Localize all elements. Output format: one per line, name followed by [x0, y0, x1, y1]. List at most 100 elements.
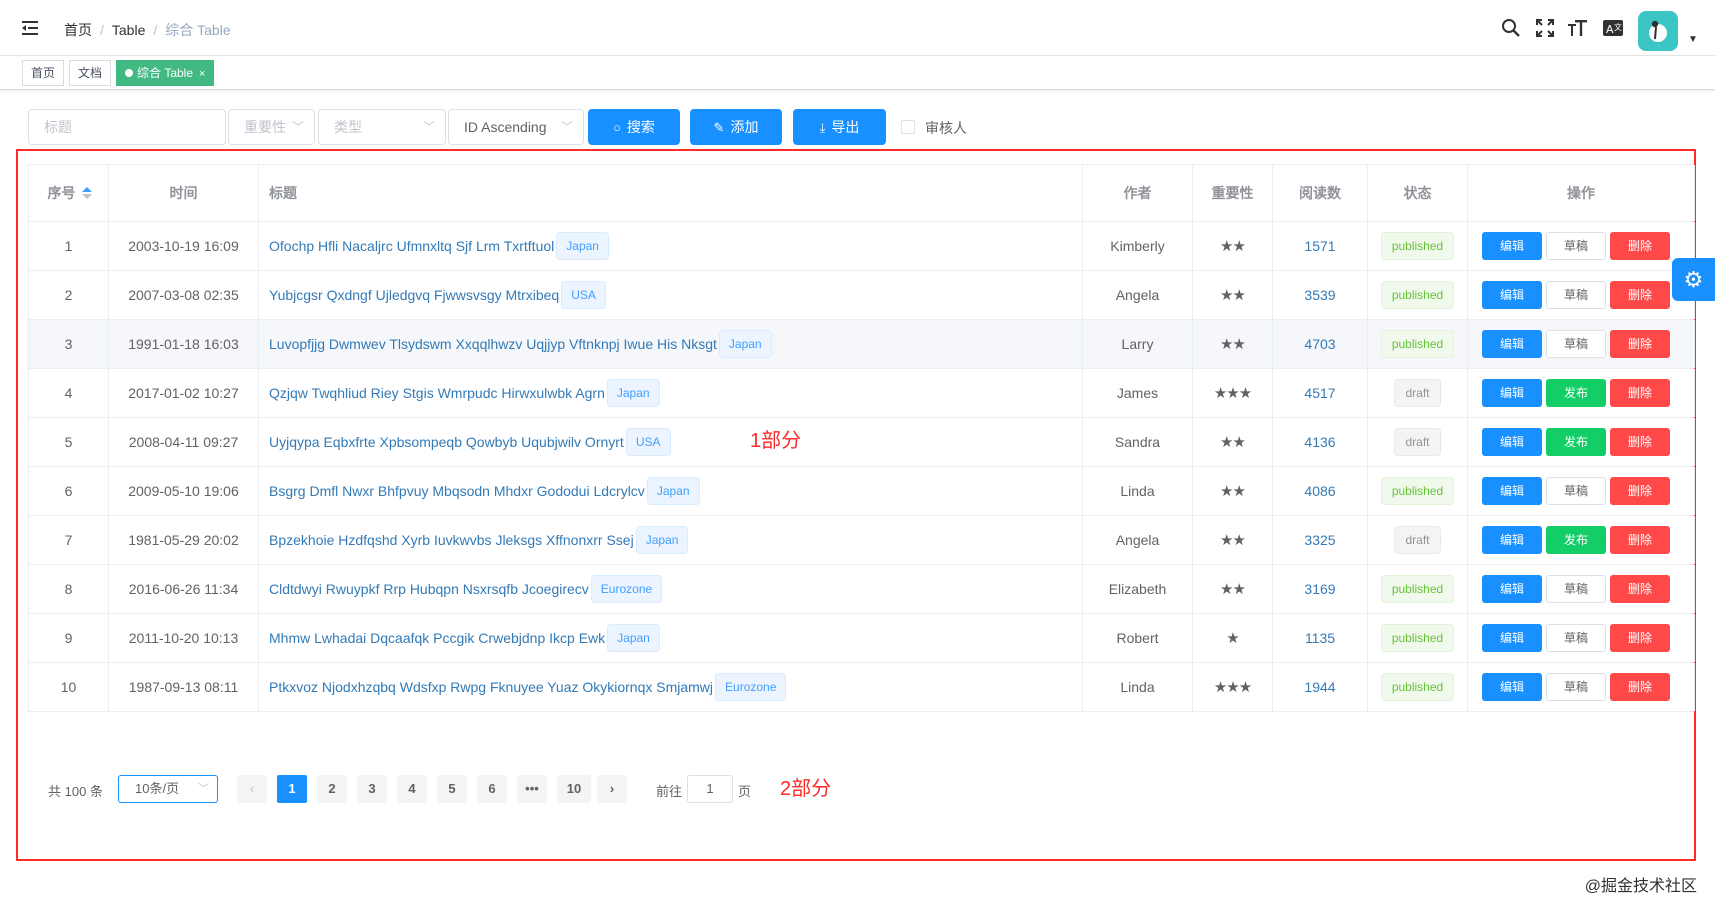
- cell-importance: ★★: [1193, 467, 1273, 515]
- row-time: 2008-04-11 09:27: [128, 434, 239, 450]
- delete-button[interactable]: 删除: [1610, 428, 1670, 456]
- avatar[interactable]: [1638, 11, 1678, 51]
- draft-button[interactable]: 草稿: [1546, 477, 1606, 505]
- hamburger-menu-icon[interactable]: [22, 20, 42, 38]
- type-select[interactable]: 类型 ﹀: [318, 109, 446, 145]
- edit-button[interactable]: 编辑: [1482, 330, 1542, 358]
- table-row: 5 2008-04-11 09:27 Uyjqypa Eqbxfrte Xpbsom…: [29, 418, 1695, 467]
- search-icon[interactable]: [1500, 18, 1522, 40]
- draft-button[interactable]: 草稿: [1546, 673, 1606, 701]
- delete-button[interactable]: 删除: [1610, 673, 1670, 701]
- breadcrumb-home[interactable]: 首页: [64, 22, 92, 38]
- row-time: 1981-05-29 20:02: [128, 532, 239, 548]
- cell-time: 1981-05-29 20:02: [109, 516, 259, 564]
- cell-title: Luvopfjjg Dwmwev Tlsydswm Xxqqlhwzv Uqjj…: [259, 320, 1083, 368]
- row-title-link[interactable]: Qzjqw Twqhliud Riey Stgis Wmrpudc Hirwxu…: [269, 385, 605, 401]
- star-icon: ★★★: [1213, 679, 1252, 696]
- row-type-tag: Japan: [607, 624, 660, 652]
- export-button[interactable]: ⤓ 导出: [793, 109, 886, 145]
- row-title-link[interactable]: Mhmw Lwhadai Dqcaafqk Pccgik Crwebjdnp I…: [269, 630, 605, 646]
- page-button[interactable]: 5: [437, 775, 467, 803]
- goto-page-input[interactable]: 1: [687, 775, 733, 803]
- sort-value: ID Ascending: [464, 119, 547, 135]
- delete-button[interactable]: 删除: [1610, 232, 1670, 260]
- delete-button[interactable]: 删除: [1610, 526, 1670, 554]
- tag-docs[interactable]: 文档: [69, 60, 112, 86]
- draft-button[interactable]: 草稿: [1546, 575, 1606, 603]
- sort-select[interactable]: ID Ascending ﹀: [448, 109, 584, 145]
- delete-button[interactable]: 删除: [1610, 379, 1670, 407]
- page-button[interactable]: 10: [557, 775, 591, 803]
- more-pages-button[interactable]: •••: [517, 775, 547, 803]
- page-button[interactable]: 3: [357, 775, 387, 803]
- cell-title: Bsgrg Dmfl Nwxr Bhfpvuy Mbqsodn Mhdxr Go…: [259, 467, 1083, 515]
- page-button[interactable]: 1: [277, 775, 307, 803]
- delete-button[interactable]: 删除: [1610, 330, 1670, 358]
- cell-time: 2009-05-10 19:06: [109, 467, 259, 515]
- row-title-link[interactable]: Uyjqypa Eqbxfrte Xpbsompeqb Qowbyb Uqubj…: [269, 434, 624, 450]
- row-title-link[interactable]: Ptkxvoz Njodxhzqbq Wdsfxp Rwpg Fknuyee Y…: [269, 679, 713, 695]
- draft-button[interactable]: 草稿: [1546, 624, 1606, 652]
- edit-button[interactable]: 编辑: [1482, 673, 1542, 701]
- cell-importance: ★★: [1193, 320, 1273, 368]
- edit-button[interactable]: 编辑: [1482, 428, 1542, 456]
- importance-select[interactable]: 重要性 ﹀: [228, 109, 315, 145]
- prev-page-button[interactable]: ‹: [237, 775, 267, 803]
- row-id: 1: [64, 238, 73, 254]
- fullscreen-icon[interactable]: [1534, 18, 1556, 40]
- status-badge: published: [1380, 624, 1455, 652]
- row-title-link[interactable]: Yubjcgsr Qxdngf Ujledgvq Fjwwsvsgy Mtrxi…: [269, 287, 559, 303]
- search-button[interactable]: ○ 搜索: [588, 109, 680, 145]
- chevron-down-icon: ﹀: [560, 120, 573, 134]
- publish-button[interactable]: 发布: [1546, 428, 1606, 456]
- add-button[interactable]: ✎ 添加: [690, 109, 782, 145]
- draft-button[interactable]: 草稿: [1546, 330, 1606, 358]
- header-id[interactable]: 序号: [29, 165, 109, 221]
- tag-complex-table[interactable]: 综合 Table ×: [116, 60, 215, 86]
- row-title-link[interactable]: Luvopfjjg Dwmwev Tlsydswm Xxqqlhwzv Uqjj…: [269, 336, 717, 352]
- edit-button[interactable]: 编辑: [1482, 575, 1542, 603]
- publish-button[interactable]: 发布: [1546, 526, 1606, 554]
- reviewer-checkbox[interactable]: [901, 120, 915, 134]
- row-title-link[interactable]: Bsgrg Dmfl Nwxr Bhfpvuy Mbqsodn Mhdxr Go…: [269, 483, 645, 499]
- row-time: 2011-10-20 10:13: [128, 630, 239, 646]
- sort-icon[interactable]: [81, 187, 92, 199]
- breadcrumb-table[interactable]: Table: [112, 22, 145, 38]
- row-title-link[interactable]: Cldtdwyi Rwuypkf Rrp Hubqpn Nsxrsqfb Jco…: [269, 581, 589, 597]
- delete-button[interactable]: 删除: [1610, 477, 1670, 505]
- page-size-select[interactable]: 10条/页 ﹀: [118, 775, 218, 803]
- row-id: 9: [64, 630, 73, 646]
- title-search-input[interactable]: 标题: [28, 109, 226, 145]
- chevron-down-icon[interactable]: ▼: [1688, 34, 1698, 45]
- edit-button[interactable]: 编辑: [1482, 477, 1542, 505]
- language-icon[interactable]: A文: [1602, 18, 1624, 40]
- edit-button[interactable]: 编辑: [1482, 379, 1542, 407]
- delete-button[interactable]: 删除: [1610, 624, 1670, 652]
- settings-gear-icon[interactable]: ⚙: [1672, 258, 1715, 301]
- edit-button[interactable]: 编辑: [1482, 624, 1542, 652]
- page-button[interactable]: 4: [397, 775, 427, 803]
- page-button[interactable]: 2: [317, 775, 347, 803]
- row-title-link[interactable]: Bpzekhoie Hzdfqshd Xyrb Iuvkwvbs Jleksgs…: [269, 532, 634, 548]
- close-icon[interactable]: ×: [199, 68, 205, 80]
- header-label: 操作: [1567, 185, 1595, 201]
- delete-button[interactable]: 删除: [1610, 281, 1670, 309]
- row-title-link[interactable]: Ofochp Hfli Nacaljrc Ufmnxltq Sjf Lrm Tx…: [269, 238, 554, 254]
- draft-button[interactable]: 草稿: [1546, 232, 1606, 260]
- next-page-button[interactable]: ›: [597, 775, 627, 803]
- edit-button[interactable]: 编辑: [1482, 281, 1542, 309]
- font-size-icon[interactable]: [1567, 18, 1589, 40]
- row-type-tag: Japan: [635, 526, 689, 554]
- delete-button[interactable]: 删除: [1610, 575, 1670, 603]
- draft-button[interactable]: 草稿: [1546, 281, 1606, 309]
- goto-page-value: 1: [706, 781, 714, 796]
- row-time: 1987-09-13 08:11: [128, 679, 239, 695]
- publish-button[interactable]: 发布: [1546, 379, 1606, 407]
- page-button[interactable]: 6: [477, 775, 507, 803]
- tag-home[interactable]: 首页: [22, 60, 65, 86]
- edit-button[interactable]: 编辑: [1482, 526, 1542, 554]
- reviewer-label[interactable]: 审核人: [925, 118, 967, 138]
- watermark: @掘金技术社区: [1584, 878, 1697, 895]
- edit-button[interactable]: 编辑: [1482, 232, 1542, 260]
- navbar: 首页 / Table / 综合 Table A文 ▼: [0, 0, 1715, 56]
